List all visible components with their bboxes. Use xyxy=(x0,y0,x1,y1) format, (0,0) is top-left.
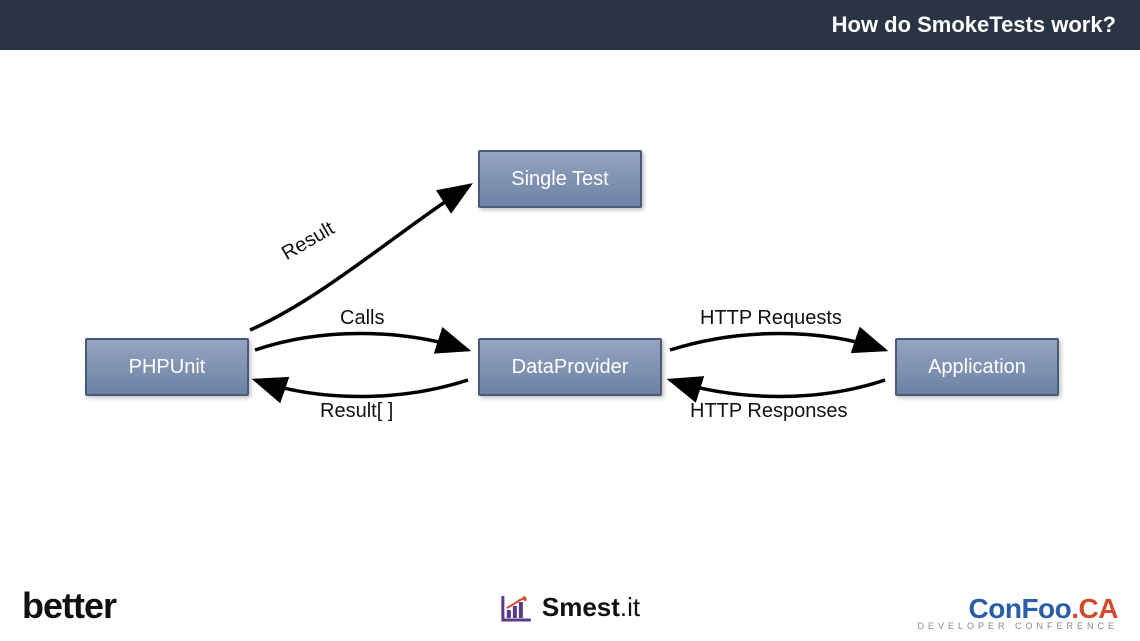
node-single-test: Single Test xyxy=(478,150,642,208)
node-dataprovider: DataProvider xyxy=(478,338,662,396)
node-single-test-label: Single Test xyxy=(511,168,608,191)
diagram-edges xyxy=(0,0,1140,641)
logo-confoo-sub: DEVELOPER CONFERENCE xyxy=(917,621,1118,631)
logo-confoo-ca: .CA xyxy=(1071,593,1118,624)
edge-label-calls: Calls xyxy=(340,307,384,330)
logo-confoo: ConFoo.CA DEVELOPER CONFERENCE xyxy=(917,593,1118,631)
slide-header: How do SmokeTests work? xyxy=(0,0,1140,50)
node-phpunit-label: PHPUnit xyxy=(129,356,206,379)
logo-smest-bold: Smest xyxy=(542,592,620,622)
logo-confoo-main: ConFoo xyxy=(969,593,1072,624)
node-phpunit: PHPUnit xyxy=(85,338,249,396)
node-application-label: Application xyxy=(928,356,1026,379)
slide-title: How do SmokeTests work? xyxy=(832,12,1116,38)
node-dataprovider-label: DataProvider xyxy=(512,356,629,379)
logo-better: better xyxy=(22,585,116,627)
edge-label-result: Result xyxy=(278,217,339,265)
chart-icon xyxy=(500,593,534,623)
slide-footer: better Smest.it ConFoo.CA DEVELOPER CONF… xyxy=(0,571,1140,641)
edge-label-http-requests: HTTP Requests xyxy=(700,307,842,330)
edge-label-http-responses: HTTP Responses xyxy=(690,400,847,423)
logo-smest: Smest.it xyxy=(500,592,640,623)
node-application: Application xyxy=(895,338,1059,396)
edge-label-result-array: Result[ ] xyxy=(320,400,393,423)
logo-smest-thin: .it xyxy=(620,592,640,622)
